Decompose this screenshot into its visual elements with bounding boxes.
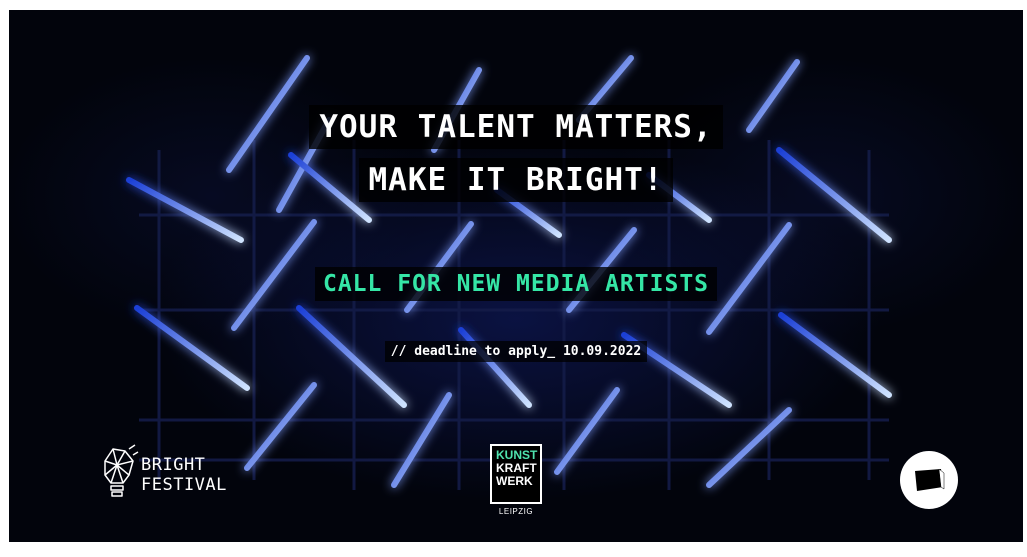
call-text: CALL FOR NEW MEDIA ARTISTS [314, 267, 718, 301]
kunstkraftwerk-logo: KUNST KRAFT WERK [490, 444, 542, 504]
partner-logo [900, 451, 958, 509]
kunstkraftwerk-line-3: WERK [496, 474, 533, 488]
lightbulb-icon [104, 444, 139, 497]
headline-line-2: MAKE IT BRIGHT! [9, 158, 1023, 202]
screen-icon [915, 468, 945, 491]
call-for-artists: CALL FOR NEW MEDIA ARTISTS [9, 267, 1023, 301]
deadline-text: // deadline to apply_ 10.09.2022 [384, 341, 648, 362]
bright-festival-wordmark: BRIGHT FESTIVAL [141, 455, 227, 495]
headline-line-1: YOUR TALENT MATTERS, [9, 105, 1023, 149]
bright-festival-line-2: FESTIVAL [141, 475, 227, 495]
headline-text-1: YOUR TALENT MATTERS, [309, 105, 723, 149]
poster-frame: YOUR TALENT MATTERS, MAKE IT BRIGHT! CAL… [9, 10, 1023, 542]
kunstkraftwerk-city: LEIPZIG [498, 507, 534, 516]
bright-festival-line-1: BRIGHT [141, 455, 206, 475]
headline-text-2: MAKE IT BRIGHT! [358, 158, 674, 202]
deadline: // deadline to apply_ 10.09.2022 [9, 341, 1023, 362]
bright-festival-logo: BRIGHT FESTIVAL [95, 443, 255, 503]
